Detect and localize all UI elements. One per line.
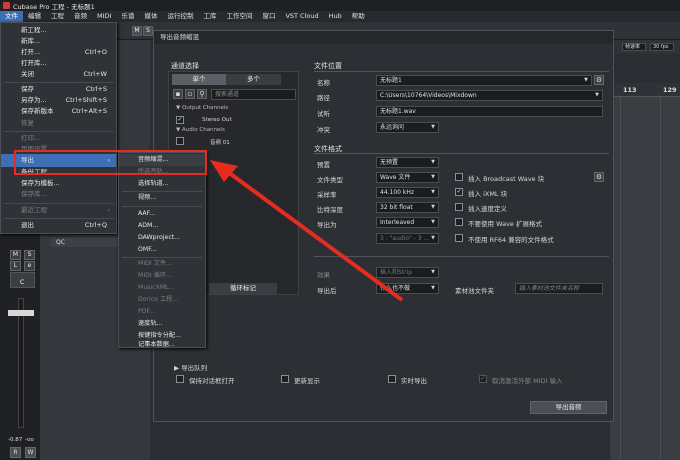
annotation-arrow-icon	[210, 160, 404, 302]
